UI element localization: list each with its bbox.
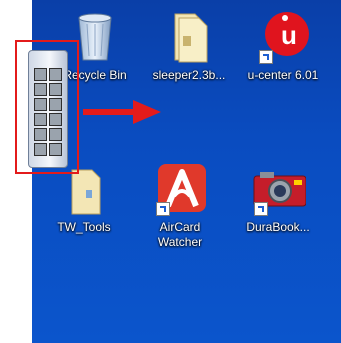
shortcut-arrow-icon: [156, 202, 170, 216]
desktop-icon-label: sleeper2.3b...: [152, 68, 226, 82]
svg-text:u: u: [281, 20, 297, 50]
aircard-watcher-icon: [152, 160, 208, 216]
desktop-icon-aircard-watcher[interactable]: AirCard Watcher: [133, 160, 227, 250]
desktop-icon-durabook[interactable]: DuraBook...: [231, 160, 325, 235]
desktop-icon-u-center[interactable]: u u-center 6.01: [236, 8, 330, 83]
desktop-icon-label: TW_Tools: [57, 220, 111, 234]
u-center-icon: u: [255, 8, 311, 64]
annotation-arrow-head-icon: [133, 100, 161, 124]
shortcut-arrow-icon: [254, 202, 268, 216]
shortcut-arrow-icon: [259, 50, 273, 64]
annotation-highlight-box: [15, 40, 79, 174]
desktop-icon-label: DuraBook...: [246, 220, 310, 234]
folder-icon: [161, 8, 217, 64]
durabook-camera-icon: [250, 160, 307, 216]
desktop-icon-label: u-center 6.01: [247, 68, 319, 82]
desktop-icon-sleeper[interactable]: sleeper2.3b...: [142, 8, 236, 83]
annotation-arrow-shaft: [83, 109, 135, 115]
desktop-icon-label: AirCard Watcher: [157, 220, 203, 249]
